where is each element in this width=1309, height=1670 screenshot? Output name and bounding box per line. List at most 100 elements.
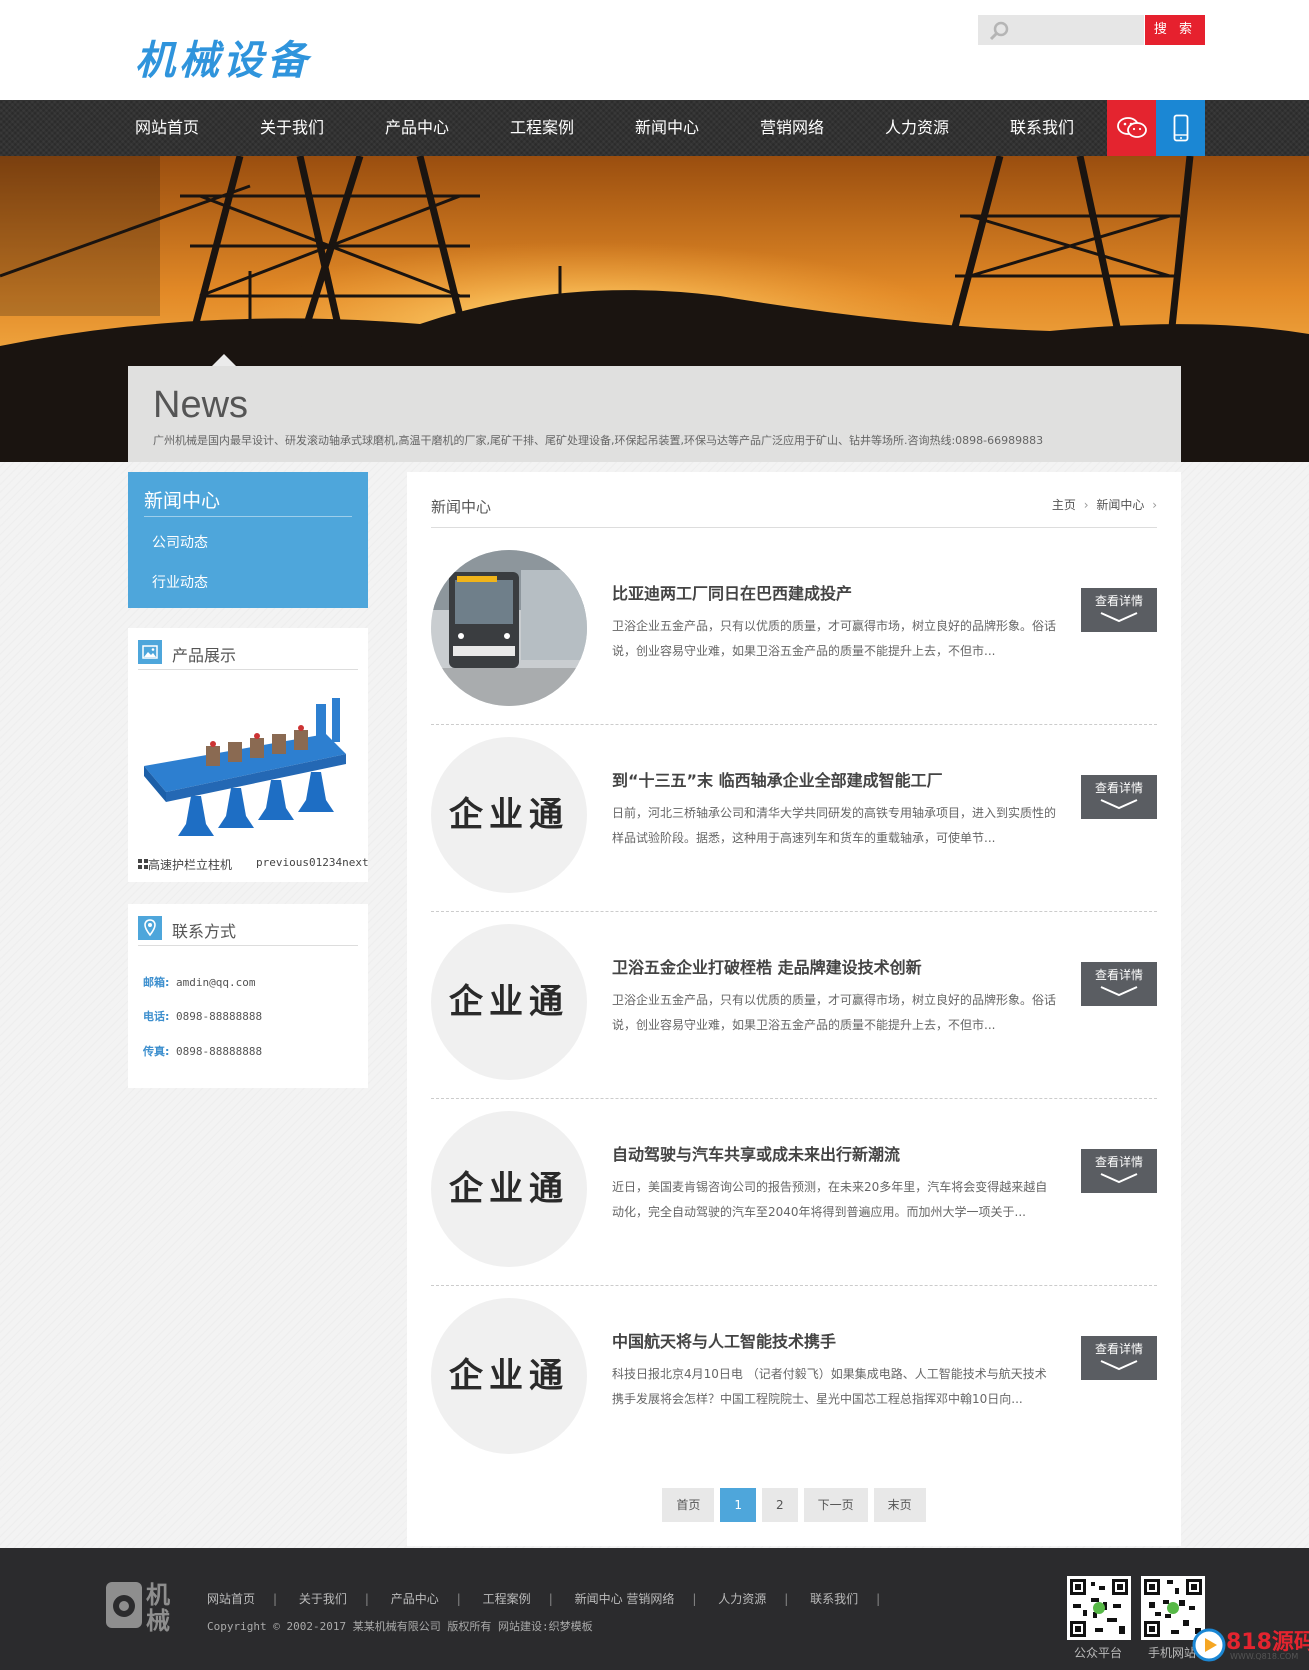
page-first[interactable]: 首页 (662, 1488, 715, 1522)
news-title[interactable]: 中国航天将与人工智能技术携手 (612, 1328, 836, 1352)
page-1[interactable]: 1 (720, 1488, 756, 1522)
news-title[interactable]: 到“十三五”末 临西轴承企业全部建成智能工厂 (612, 767, 943, 791)
nav-item-cases[interactable]: 工程案例 (510, 100, 635, 156)
contact-phone-value: 0898-88888888 (176, 1010, 263, 1023)
news-description: 近日，美国麦肯锡咨询公司的报告预测，在未来20多年里，汽车将会变得越来越自动化，… (612, 1180, 1048, 1219)
contact-email: 邮箱: amdin@qq.com (143, 974, 256, 990)
copyright: Copyright © 2002-2017 某某机械有限公司 版权所有 网站建设… (207, 1620, 593, 1633)
news-thumbnail[interactable] (431, 550, 587, 706)
view-details-button[interactable]: 查看详情 (1081, 775, 1157, 819)
contact-phone-label: 电话: (143, 1010, 170, 1023)
nav-item-products[interactable]: 产品中心 (385, 100, 510, 156)
footer-link[interactable]: 产品中心 (391, 1592, 439, 1606)
view-details-button[interactable]: 查看详情 (1081, 962, 1157, 1006)
product-panel-title: 产品展示 (172, 646, 237, 665)
wechat-button[interactable] (1107, 100, 1156, 156)
watermark-url: WWW.Q818.COM (1230, 1652, 1299, 1661)
qr-code-image (1067, 1576, 1131, 1640)
mobile-button[interactable] (1156, 100, 1205, 156)
search-input[interactable] (1012, 15, 1142, 45)
view-details-label: 查看详情 (1094, 1342, 1143, 1356)
search-button[interactable]: 搜 索 (1145, 15, 1205, 45)
news-title[interactable]: 卫浴五金企业打破桎梏 走品牌建设技术创新 (612, 954, 922, 978)
contact-panel: 联系方式 邮箱: amdin@qq.com 电话: 0898-88888888 … (128, 904, 368, 1088)
sidebar-item-company-news[interactable]: 公司动态 (152, 532, 208, 552)
product-image[interactable] (136, 684, 362, 868)
footer: 机械 网站首页 | 关于我们 | 产品中心 | 工程案例 | 新闻中心 营销网络 | 人力… (0, 1548, 1309, 1670)
bus-photo (431, 550, 587, 706)
contact-fax-value: 0898-88888888 (176, 1045, 263, 1058)
contact-phone: 电话: 0898-88888888 (143, 1008, 262, 1024)
location-pin-icon (138, 916, 162, 940)
qr-code-wechat (1067, 1576, 1131, 1640)
view-details-button[interactable]: 查看详情 (1081, 1336, 1157, 1380)
nav-item-about[interactable]: 关于我们 (260, 100, 385, 156)
pagination: 首页 1 2 下一页 末页 (407, 1488, 1181, 1522)
footer-link[interactable]: 关于我们 (299, 1592, 347, 1606)
image-icon (138, 640, 162, 664)
footer-link[interactable]: 工程案例 (483, 1592, 531, 1606)
footer-link[interactable]: 人力资源 (718, 1592, 766, 1606)
footer-link[interactable]: 网站首页 (207, 1592, 255, 1606)
sidebar-item-industry-news[interactable]: 行业动态 (152, 572, 208, 592)
generic-thumb-text: 企业通用 (449, 982, 569, 1022)
footer-logo[interactable]: 机械 (104, 1578, 184, 1638)
contact-panel-header: 联系方式 (138, 916, 358, 946)
view-details-button[interactable]: 查看详情 (1081, 1149, 1157, 1193)
list-item: 企业通用 自动驾驶与汽车共享或成未来出行新潮流 近日，美国麦肯锡咨询公司的报告预… (431, 1099, 1157, 1286)
news-thumbnail[interactable]: 企业通用 (431, 737, 587, 893)
footer-logo-text: 机械 (146, 1581, 170, 1635)
news-title[interactable]: 比亚迪两工厂同日在巴西建成投产 (612, 580, 852, 604)
news-thumbnail[interactable]: 企业通用 (431, 1111, 587, 1267)
footer-link[interactable]: 新闻中心 营销网络 (575, 1592, 675, 1606)
product-pager[interactable]: previous01234next (256, 856, 369, 869)
divider: | (692, 1592, 697, 1606)
watermark: 818源码 WWW.Q818.COM (1192, 1622, 1309, 1670)
view-details-button[interactable]: 查看详情 (1081, 588, 1157, 632)
breadcrumb-news[interactable]: 新闻中心 (1096, 498, 1144, 512)
view-details-label: 查看详情 (1094, 968, 1143, 982)
page-last[interactable]: 末页 (873, 1488, 926, 1522)
chevron-right-icon: › (1152, 498, 1157, 512)
wechat-icon (1116, 117, 1147, 138)
divider: | (364, 1592, 369, 1606)
contact-email-label: 邮箱: (143, 976, 170, 989)
banner-pointer (212, 354, 236, 366)
generic-thumb-text: 企业通用 (449, 1169, 569, 1209)
banner-title: News (153, 384, 249, 426)
page-2[interactable]: 2 (761, 1488, 798, 1522)
product-caption[interactable]: 高速护栏立柱机 (138, 856, 232, 873)
news-title[interactable]: 自动驾驶与汽车共享或成未来出行新潮流 (612, 1141, 900, 1165)
banner-intro: 广州机械是国内最早设计、研发滚动轴承式球磨机,高温干磨机的厂家,尾矿干排、尾矿处… (153, 434, 1044, 447)
news-thumbnail[interactable]: 企业通用 (431, 1298, 587, 1454)
site-logo[interactable]: 机械设备 (135, 28, 311, 86)
news-banner-bar: News 广州机械是国内最早设计、研发滚动轴承式球磨机,高温干磨机的厂家,尾矿干… (128, 354, 1181, 462)
nav-item-news[interactable]: 新闻中心 (635, 100, 760, 156)
divider: | (784, 1592, 789, 1606)
chevron-down-icon (1100, 799, 1138, 810)
search-icon (989, 21, 1009, 41)
news-description: 卫浴企业五金产品，只有以优质的质量，才可赢得市场，树立良好的品牌形象。俗话说，创… (612, 993, 1057, 1032)
list-item: 比亚迪两工厂同日在巴西建成投产 卫浴企业五金产品，只有以优质的质量，才可赢得市场… (431, 538, 1157, 725)
nav-item-hr[interactable]: 人力资源 (885, 100, 1010, 156)
nav-item-network[interactable]: 营销网络 (760, 100, 885, 156)
footer-link[interactable]: 联系我们 (810, 1592, 858, 1606)
view-details-label: 查看详情 (1094, 781, 1143, 795)
product-panel-header: 产品展示 (138, 640, 358, 670)
contact-fax: 传真: 0898-88888888 (143, 1043, 262, 1059)
sidebar-category: 新闻中心 公司动态 行业动态 (128, 472, 368, 608)
divider: | (876, 1592, 881, 1606)
breadcrumb-home[interactable]: 主页 (1052, 498, 1076, 512)
nav-item-home[interactable]: 网站首页 (135, 100, 260, 156)
search-form: 搜 索 (978, 15, 1205, 45)
product-caption-text: 高速护栏立柱机 (148, 858, 233, 872)
news-list-section: 新闻中心 主页 › 新闻中心 › 比亚迪两工厂同日在巴西建成投产 卫浴企业五金产… (407, 472, 1181, 1546)
view-details-label: 查看详情 (1094, 594, 1143, 608)
footer-links: 网站首页 | 关于我们 | 产品中心 | 工程案例 | 新闻中心 营销网络 | 人力资源 |… (207, 1590, 898, 1607)
page-next[interactable]: 下一页 (803, 1488, 868, 1522)
generic-thumb-text: 企业通用 (449, 1356, 569, 1396)
chevron-down-icon (1100, 986, 1138, 997)
news-thumbnail[interactable]: 企业通用 (431, 924, 587, 1080)
section-header: 新闻中心 主页 › 新闻中心 › (431, 472, 1157, 528)
sidebar-category-title: 新闻中心 (144, 490, 221, 512)
